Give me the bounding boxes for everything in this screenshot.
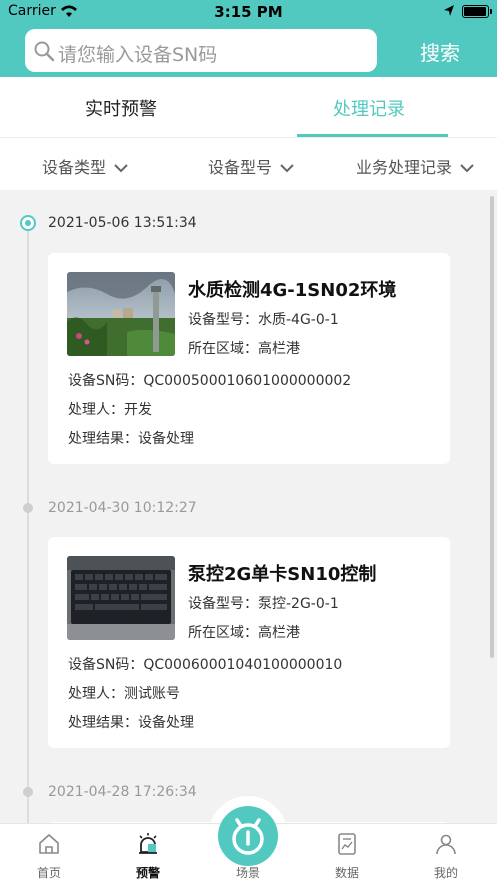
- record-card[interactable]: 泵控2G单卡SN10控制 设备型号：泵控-2G-0-1 所在区域：高栏港 设备S…: [48, 537, 450, 748]
- user-icon: [436, 834, 456, 855]
- record-timeline[interactable]: 2021-05-06 13:51:34 水质检测4G-1SN02环境 设备型号：…: [0, 190, 497, 823]
- filter-device-type[interactable]: 设备类型: [42, 154, 128, 178]
- device-model: 设备型号：水质-4G-0-1: [188, 312, 339, 328]
- nav-data[interactable]: 数据: [307, 824, 387, 883]
- tab-processing-records[interactable]: 处理记录: [333, 95, 405, 121]
- status-bar: Carrier 3:15 PM: [0, 0, 497, 24]
- nav-mine[interactable]: 我的: [406, 824, 486, 883]
- chevron-down-icon: [460, 164, 474, 173]
- search-input[interactable]: 请您输入设备SN码: [25, 29, 377, 72]
- tab-bar: 实时预警 处理记录: [0, 77, 497, 137]
- nav-alerts[interactable]: 预警: [108, 824, 188, 883]
- alarm-icon: [139, 833, 157, 854]
- filter-label: 设备类型: [42, 158, 107, 177]
- record-timestamp: 2021-04-30 10:12:27: [48, 500, 197, 516]
- timeline-dot: [23, 503, 33, 513]
- chevron-down-icon: [280, 164, 294, 173]
- process-result: 处理结果：设备处理: [68, 431, 194, 447]
- location-icon: [444, 5, 454, 16]
- nav-label: 首页: [36, 866, 61, 880]
- battery-icon: [462, 5, 492, 18]
- device-area: 所在区域：高栏港: [188, 625, 300, 641]
- timeline-dot: [23, 787, 33, 797]
- header: Carrier 3:15 PM 请您输入设备SN码 搜索: [0, 0, 497, 77]
- filter-bar: 设备类型 设备型号 业务处理记录: [0, 137, 497, 190]
- device-photo: [67, 272, 175, 356]
- device-photo: [67, 556, 175, 640]
- search-placeholder: 请您输入设备SN码: [58, 44, 218, 66]
- record-timestamp: 2021-04-28 17:26:34: [48, 784, 197, 800]
- data-icon: [338, 833, 356, 855]
- scrollbar[interactable]: [490, 196, 494, 658]
- scene-icon: [232, 818, 264, 855]
- record-card[interactable]: 水质检测4G-1SN02环境 设备型号：水质-4G-0-1 所在区域：高栏港 设…: [48, 253, 450, 464]
- nav-home[interactable]: 首页: [9, 824, 89, 883]
- tab-realtime-alerts[interactable]: 实时预警: [85, 95, 157, 121]
- timeline-dot-active: [20, 215, 36, 231]
- device-area: 所在区域：高栏港: [188, 341, 300, 357]
- nav-label: 场景: [235, 866, 260, 880]
- handler: 处理人：测试账号: [68, 686, 180, 702]
- chevron-down-icon: [114, 164, 128, 173]
- nav-scene-button[interactable]: [218, 806, 278, 866]
- home-icon: [39, 834, 59, 854]
- nav-label: 数据: [334, 866, 359, 880]
- device-model: 设备型号：泵控-2G-0-1: [188, 596, 339, 612]
- nav-label: 预警: [135, 866, 160, 880]
- search-icon: [34, 41, 55, 62]
- device-name: 泵控2G单卡SN10控制: [188, 564, 377, 585]
- device-sn: 设备SN码：QC00060001040100000010: [68, 657, 343, 673]
- filter-business-records[interactable]: 业务处理记录: [356, 154, 474, 178]
- process-result: 处理结果：设备处理: [68, 715, 194, 731]
- device-sn: 设备SN码：QC000500010601000000002: [68, 373, 352, 389]
- timeline-line: [27, 220, 29, 823]
- filter-label: 设备型号: [208, 158, 273, 177]
- record-timestamp: 2021-05-06 13:51:34: [48, 215, 197, 231]
- device-name: 水质检测4G-1SN02环境: [188, 280, 397, 301]
- filter-label: 业务处理记录: [356, 158, 453, 177]
- nav-label: 我的: [433, 866, 458, 880]
- search-button[interactable]: 搜索: [420, 37, 460, 66]
- filter-device-model[interactable]: 设备型号: [208, 154, 294, 178]
- status-time: 3:15 PM: [214, 3, 283, 21]
- handler: 处理人：开发: [68, 402, 152, 418]
